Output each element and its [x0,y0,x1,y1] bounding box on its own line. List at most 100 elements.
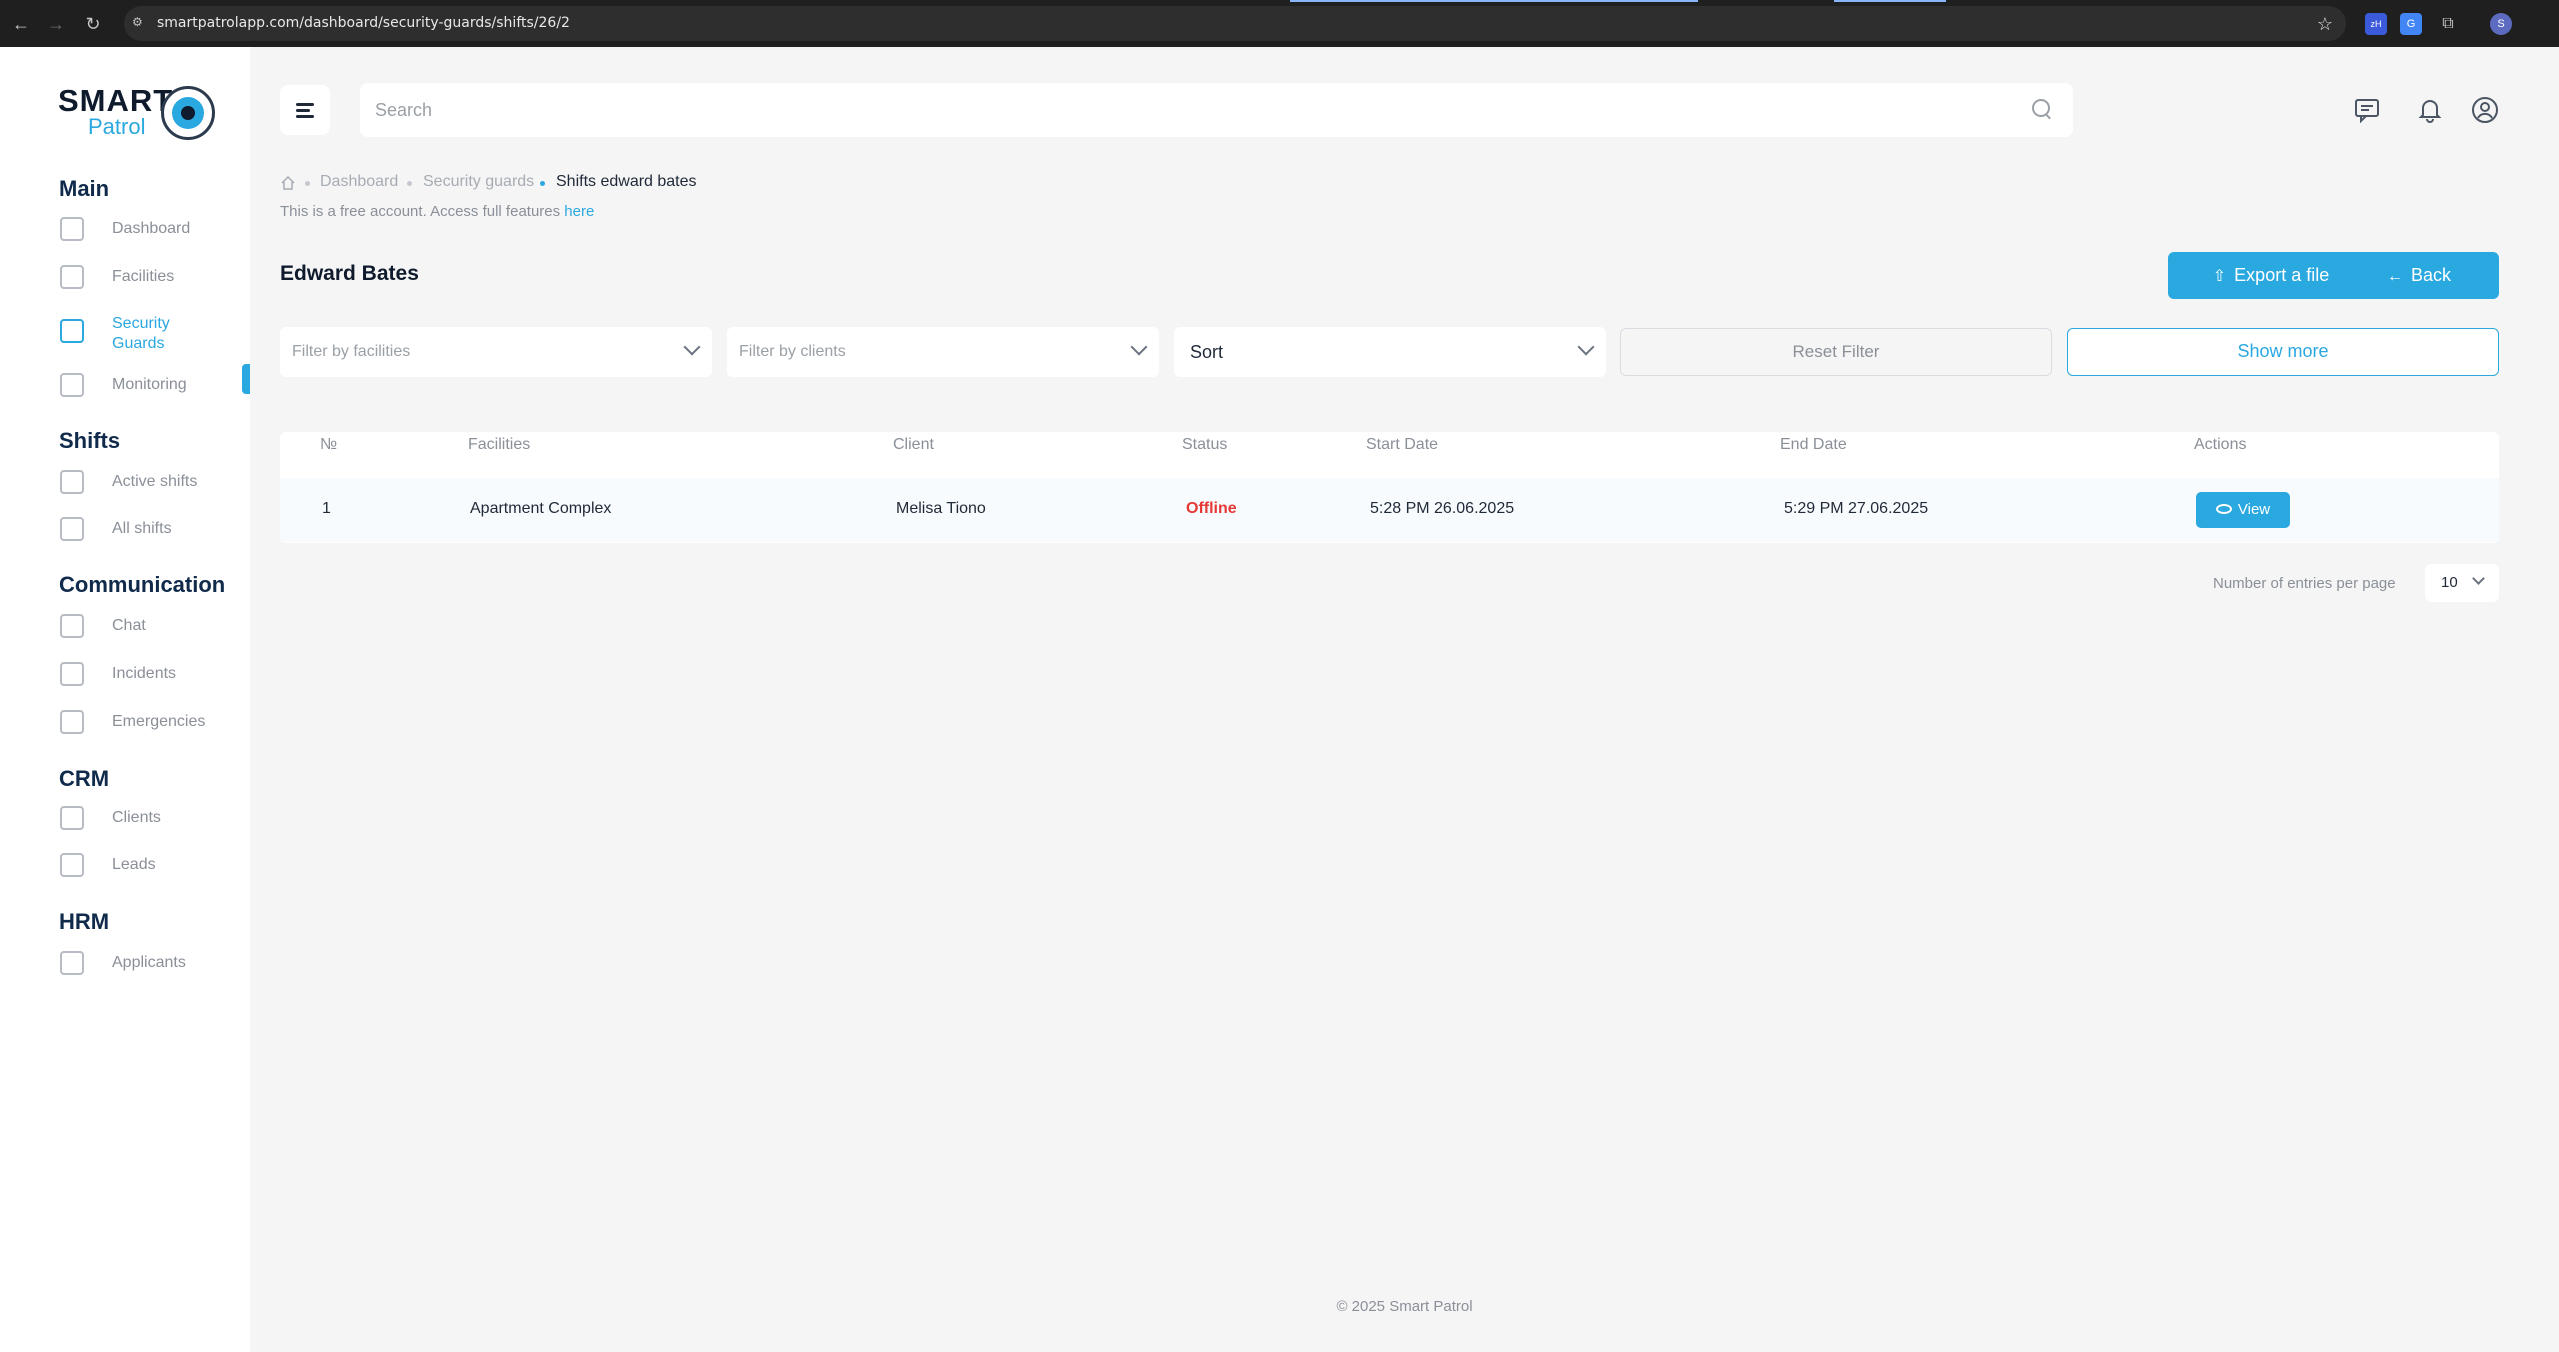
facilities-filter-placeholder: Filter by facilities [292,343,411,360]
sidebar-item-security-guards[interactable]: Security Guards [57,314,250,354]
column-header-client[interactable]: Client [893,436,934,454]
cell-end-date: 5:29 PM 27.06.2025 [1784,500,1929,517]
view-button[interactable]: View [2196,492,2290,528]
upload-icon: ⇧ [2212,268,2227,285]
sidebar-item-dashboard[interactable]: Dashboard [57,212,250,246]
bell-icon[interactable] [2416,96,2444,124]
chevron-down-icon [683,338,701,356]
clock-icon [60,470,84,494]
upgrade-link[interactable]: here [564,203,594,220]
browser-toolbar: ← → ↻ ⚙ smartpatrolapp.com/dashboard/sec… [0,0,2559,47]
facilities-filter-select[interactable]: Filter by facilities [280,327,712,377]
site-info-icon[interactable]: ⚙ [132,15,146,29]
monitor-icon [60,373,84,397]
chat-icon [60,614,84,638]
show-more-button[interactable]: Show more [2067,328,2499,376]
guard-icon [60,319,84,343]
sidebar-item-label: Security Guards [112,315,170,352]
sidebar-item-clients[interactable]: Clients [57,801,250,835]
profile-avatar[interactable]: S [2490,13,2512,35]
breadcrumb-separator [305,181,310,186]
eye-logo-icon [161,86,215,140]
sidebar-item-label: Incidents [112,665,177,682]
sidebar-item-all-shifts[interactable]: All shifts [57,512,250,546]
search-input[interactable] [375,83,2015,137]
translate-icon[interactable]: G [2400,13,2422,35]
footer-copyright: © 2025 Smart Patrol [1336,1298,1473,1315]
entries-per-page-label: Number of entries per page [2213,575,2396,592]
incident-icon [60,662,84,686]
section-title-shifts: Shifts [59,428,121,453]
column-header-facilities[interactable]: Facilities [468,436,530,454]
section-title-main: Main [59,176,110,201]
home-icon[interactable] [280,175,296,191]
sidebar-item-facilities[interactable]: Facilities [57,260,250,294]
entries-per-page-select[interactable]: 10 [2425,564,2499,602]
sidebar-item-monitoring[interactable]: Monitoring [57,368,250,402]
cell-number: 1 [322,500,331,517]
sort-value: Sort [1190,342,1224,362]
eye-icon [2215,504,2232,515]
sidebar-item-label: Clients [112,809,161,826]
sidebar-item-label: Leads [112,856,156,873]
chevron-down-icon [2472,572,2485,585]
cell-facility: Apartment Complex [470,500,612,517]
status-badge: Offline [1186,500,1237,517]
sidebar-item-label: Applicants [112,954,186,971]
section-title-crm: CRM [59,766,110,791]
extension-icon[interactable]: zH [2365,13,2387,35]
leads-icon [60,853,84,877]
chevron-down-icon [1577,338,1595,356]
column-header-start-date[interactable]: Start Date [1366,436,1438,454]
forward-arrow-icon[interactable]: → [45,13,67,35]
column-header-number: № [320,436,338,453]
cell-client: Melisa Tiono [896,500,986,517]
sidebar-item-incidents[interactable]: Incidents [57,657,250,691]
sidebar-item-label: All shifts [112,520,172,537]
menu-toggle-button[interactable] [280,85,330,135]
reset-filter-button[interactable]: Reset Filter [1620,328,2052,376]
sidebar-item-label: Facilities [112,268,175,285]
back-label: Back [2410,265,2452,285]
column-header-status[interactable]: Status [1182,436,1227,454]
extensions-puzzle-icon[interactable]: ⧉ [2437,13,2459,35]
reload-icon[interactable]: ↻ [82,13,104,35]
breadcrumb-dashboard[interactable]: Dashboard [320,173,398,191]
alarm-icon [60,710,84,734]
section-title-hrm: HRM [59,909,110,934]
sidebar-item-label: Active shifts [112,473,198,490]
breadcrumb-separator [540,181,545,186]
page-title: Edward Bates [280,262,419,285]
breadcrumb-current: Shifts edward bates [556,173,697,190]
tab-indicator [1834,0,1946,2]
entries-per-page-value: 10 [2441,574,2458,591]
back-button[interactable]: ← Back [2339,252,2499,299]
section-title-communication: Communication [59,572,226,597]
sidebar-item-label: Emergencies [112,713,206,730]
messages-icon[interactable] [2353,96,2381,124]
sidebar-item-label: Chat [112,617,146,634]
grid-icon [60,217,84,241]
clients-filter-select[interactable]: Filter by clients [727,327,1159,377]
app-logo[interactable]: SMART Patrol [58,83,218,143]
search-bar [360,83,2073,137]
breadcrumb-security-guards[interactable]: Security guards [423,173,534,191]
bookmark-star-icon[interactable]: ☆ [2314,13,2336,35]
applicants-icon [60,951,84,975]
user-profile-icon[interactable] [2471,96,2499,124]
sidebar-item-emergencies[interactable]: Emergencies [57,705,250,739]
chevron-down-icon [1130,338,1148,356]
free-account-notice: This is a free account. Access full feat… [280,203,594,220]
sidebar-item-active-shifts[interactable]: Active shifts [57,465,250,499]
export-label: Export a file [2234,265,2330,285]
arrow-left-icon: ← [2386,268,2403,285]
sidebar-item-chat[interactable]: Chat [57,609,250,643]
sidebar-item-applicants[interactable]: Applicants [57,946,250,980]
sort-select[interactable]: Sort [1174,327,1606,377]
column-header-end-date[interactable]: End Date [1780,436,1847,454]
url-text[interactable]: smartpatrolapp.com/dashboard/security-gu… [157,15,570,31]
back-arrow-icon[interactable]: ← [10,13,32,35]
logo-patrol-text: Patrol [88,114,146,139]
sidebar-item-leads[interactable]: Leads [57,848,250,882]
search-icon[interactable] [2032,99,2054,121]
